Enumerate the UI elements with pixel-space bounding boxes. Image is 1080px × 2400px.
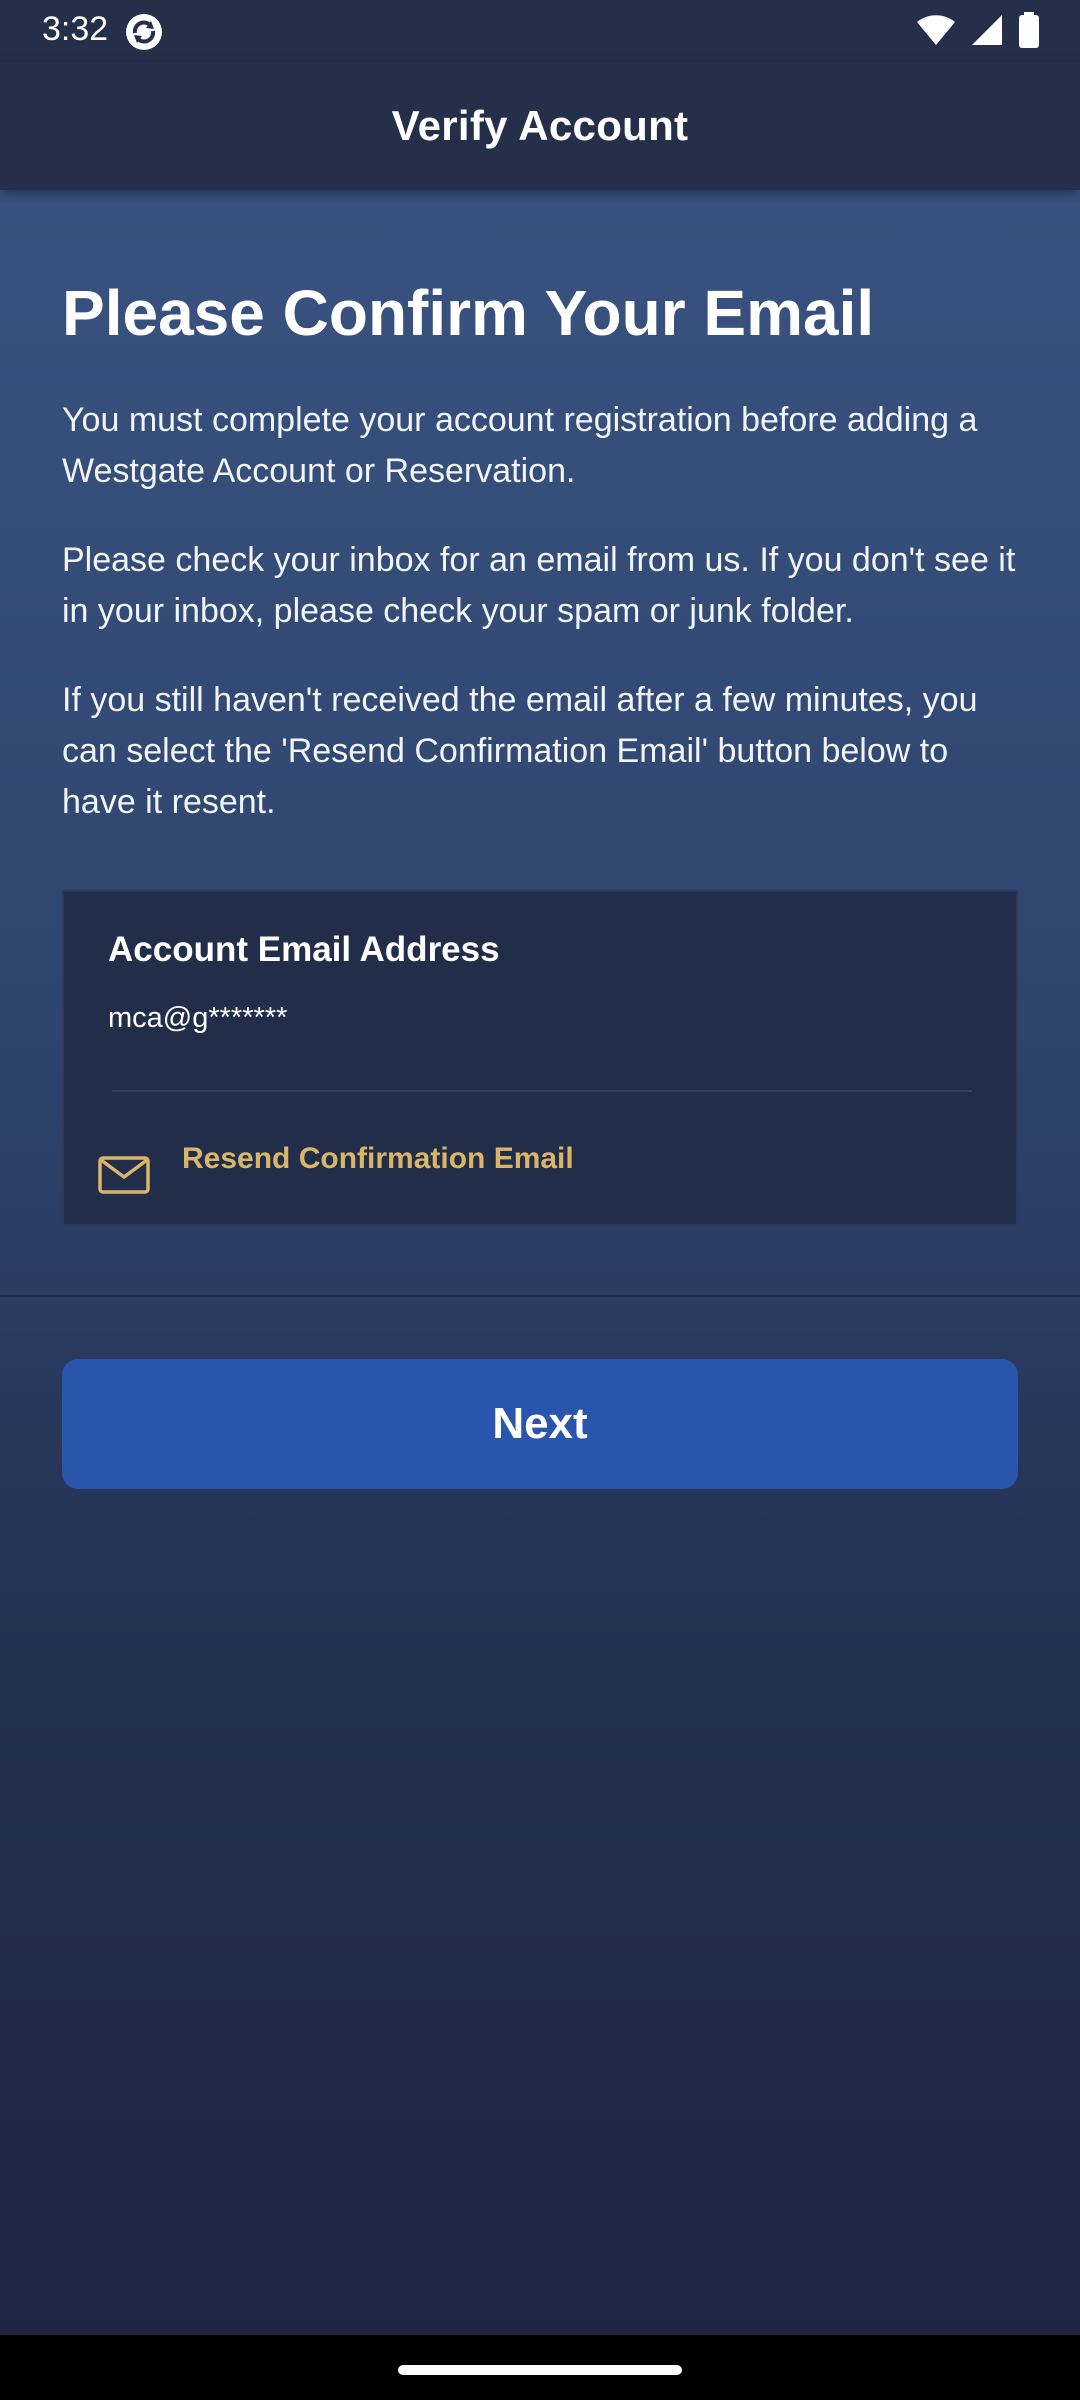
email-value: mca@g******* (108, 1002, 288, 1034)
sync-icon (126, 14, 162, 50)
envelope-icon (98, 1156, 150, 1194)
main-content: Please Confirm Your Email You must compl… (0, 190, 1080, 1297)
email-card: Account Email Address mca@g******* Resen… (62, 890, 1018, 1226)
resend-instructions: If you still haven't received the email … (62, 681, 978, 821)
wifi-icon (917, 15, 955, 45)
confirm-email-heading: Please Confirm Your Email (62, 277, 875, 349)
resend-confirmation-button[interactable]: Resend Confirmation Email (64, 1092, 1020, 1224)
status-bar: 3:32 (0, 0, 1080, 62)
status-icons (916, 12, 1040, 48)
email-label: Account Email Address (108, 930, 500, 969)
inbox-message: Please check your inbox for an email fro… (62, 541, 1016, 630)
home-indicator[interactable] (398, 2365, 682, 2375)
resend-label: Resend Confirmation Email (182, 1142, 574, 1175)
next-button[interactable]: Next (62, 1359, 1018, 1489)
registration-message: You must complete your account registrat… (62, 401, 978, 490)
app-bar: Verify Account (0, 62, 1080, 190)
page-title: Verify Account (391, 102, 689, 149)
status-time: 3:32 (42, 10, 109, 48)
signal-icon (972, 15, 1002, 45)
battery-icon (1019, 12, 1039, 48)
navigation-bar (0, 2335, 1080, 2400)
